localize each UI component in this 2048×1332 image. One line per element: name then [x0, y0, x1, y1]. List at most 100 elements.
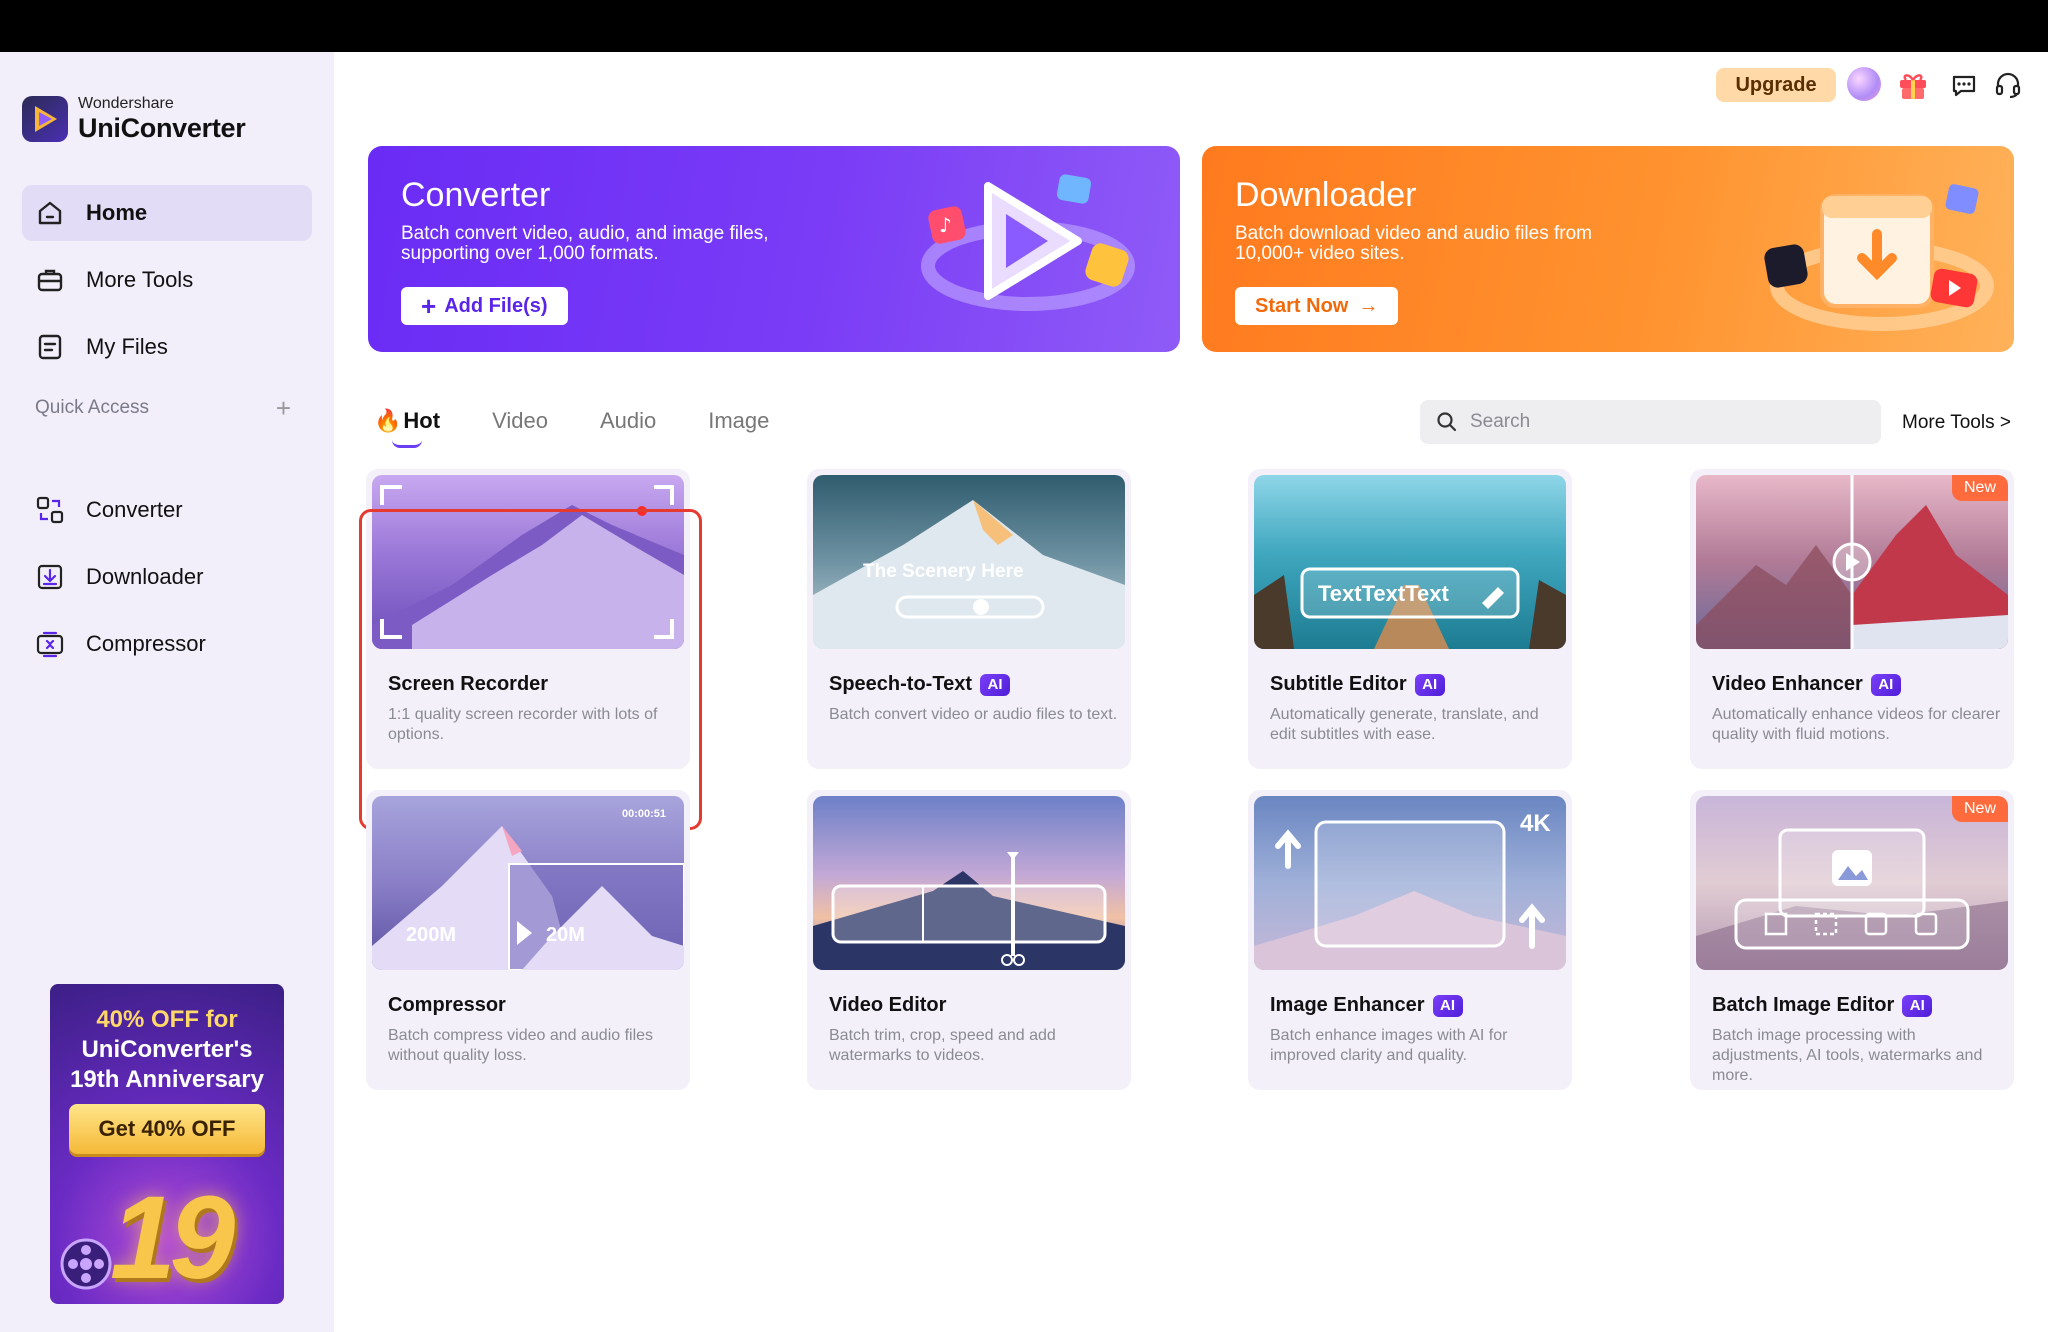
promo-anniversary-number: 19 — [110, 1172, 235, 1304]
tool-card-compressor[interactable]: 00:00:51 200M 20M Compressor Batch compr… — [366, 790, 690, 1090]
card-desc: Batch compress video and audio files wit… — [388, 1027, 654, 1064]
plus-icon: + — [421, 291, 437, 321]
subtitle-overlay-text: TextTextText — [1318, 581, 1449, 606]
downloader-banner[interactable]: Downloader Batch download video and audi… — [1202, 146, 2014, 352]
converter-banner-title: Converter — [401, 176, 551, 214]
brand-main: UniConverter — [78, 113, 246, 143]
downloader-icon — [34, 561, 66, 593]
search-icon — [1437, 412, 1457, 432]
nav-home[interactable]: Home — [22, 185, 312, 241]
card-title: Compressor — [388, 994, 506, 1017]
card-desc: 1:1 quality screen recorder with lots of… — [388, 706, 658, 743]
quick-access-title: Quick Access — [35, 397, 150, 418]
svg-text:♪: ♪ — [939, 213, 952, 237]
card-desc: Automatically enhance videos for clearer… — [1712, 706, 2001, 743]
tool-card-subtitle-editor[interactable]: TextTextText Subtitle Editor AI Automatic… — [1248, 469, 1572, 769]
image-enhancer-thumbnail: 4K — [1254, 796, 1566, 970]
tool-card-screen-recorder[interactable]: Screen Recorder 1:1 quality screen recor… — [366, 469, 690, 769]
sidebar: Wondershare UniConverter Home More Tools… — [0, 52, 334, 1332]
quick-access-converter-label: Converter — [86, 497, 183, 522]
resolution-label: 4K — [1520, 810, 1551, 837]
pier-ocean-icon — [1254, 567, 1566, 649]
home-icon — [34, 197, 66, 229]
quick-access-header: Quick Access + — [35, 395, 291, 421]
split-mountain-icon — [1696, 475, 2008, 649]
nav-more-tools-label: More Tools — [86, 267, 194, 292]
film-reel-icon — [60, 1238, 112, 1290]
card-title-text: Compressor — [388, 994, 506, 1016]
add-files-label: Add File(s) — [444, 294, 548, 317]
video-editor-thumbnail — [813, 796, 1125, 970]
ai-badge: AI — [1902, 994, 1933, 1017]
image-tools-icon — [1696, 828, 2008, 970]
toolbox-icon — [34, 264, 66, 296]
start-now-label: Start Now — [1255, 294, 1349, 317]
tool-card-batch-image-editor[interactable]: New Batch Image Editor AI Batch image pro… — [1690, 790, 2014, 1090]
category-tabs: 🔥 Hot Video Audio Image — [374, 408, 821, 448]
screen-recorder-thumbnail — [372, 475, 684, 649]
card-title-text: Batch Image Editor — [1712, 994, 1895, 1016]
tab-image[interactable]: Image — [708, 408, 769, 434]
promo-line-1: 40% OFF for — [96, 1006, 238, 1033]
fire-icon: 🔥 — [374, 408, 402, 433]
arrow-right-icon: → — [1358, 294, 1379, 317]
tab-hot[interactable]: 🔥 Hot — [374, 408, 441, 448]
quick-access-compressor-label: Compressor — [86, 631, 206, 656]
card-title-text: Video Editor — [829, 994, 947, 1016]
quick-access-downloader-label: Downloader — [86, 564, 204, 589]
new-badge: New — [1951, 475, 2008, 501]
card-title: Video Enhancer AI — [1712, 673, 1901, 696]
promo-cta-button[interactable]: Get 40% OFF — [69, 1104, 265, 1154]
nav-my-files[interactable]: My Files — [22, 319, 312, 375]
video-enhancer-thumbnail: New — [1696, 475, 2008, 649]
tool-card-image-enhancer[interactable]: 4K Image Enhancer AI Batch enhance images… — [1248, 790, 1572, 1090]
add-files-button[interactable]: + Add File(s) — [401, 287, 568, 325]
new-badge: New — [1951, 796, 2008, 822]
compressor-size-from: 200M — [406, 924, 457, 946]
nav-home-label: Home — [86, 200, 148, 225]
downloader-banner-desc: Batch download video and audio files fro… — [1235, 223, 1593, 264]
speech-to-text-thumbnail: The Scenery Here — [813, 475, 1125, 649]
converter-banner[interactable]: Converter Batch convert video, audio, an… — [368, 146, 1180, 352]
tab-audio[interactable]: Audio — [600, 408, 656, 434]
tab-hot-label: Hot — [403, 408, 441, 433]
brand-sub: Wondershare — [78, 95, 174, 112]
quick-access-downloader[interactable]: Downloader — [22, 549, 312, 605]
promo-line-3: 19th Anniversary — [70, 1066, 264, 1093]
ai-badge: AI — [979, 673, 1010, 696]
compressor-thumbnail: 00:00:51 200M 20M — [372, 796, 684, 970]
quick-access-compressor[interactable]: Compressor — [22, 616, 312, 672]
search-box[interactable] — [1420, 400, 1881, 444]
card-desc: Batch trim, crop, speed and add watermar… — [829, 1027, 1056, 1064]
compressor-timestamp: 00:00:51 — [622, 808, 667, 820]
tool-card-video-enhancer[interactable]: New Video Enhancer AI Automatically enhan… — [1690, 469, 2014, 769]
tool-card-speech-to-text[interactable]: The Scenery Here Speech-to-Text AI Batch … — [807, 469, 1131, 769]
quick-access-add-button[interactable]: + — [276, 395, 291, 421]
tab-video[interactable]: Video — [492, 408, 548, 434]
card-title: Subtitle Editor AI — [1270, 673, 1445, 696]
card-title-text: Subtitle Editor — [1270, 673, 1407, 695]
chat-icon[interactable] — [1945, 66, 1983, 104]
ai-badge: AI — [1870, 673, 1901, 696]
tool-card-video-editor[interactable]: Video Editor Batch trim, crop, speed and… — [807, 790, 1131, 1090]
uniconverter-logo-icon — [22, 96, 68, 142]
anniversary-promo-banner[interactable]: 40% OFF for UniConverter's 19th Annivers… — [50, 984, 284, 1304]
start-now-button[interactable]: Start Now → — [1235, 287, 1399, 325]
active-tab-indicator — [392, 440, 422, 448]
files-icon — [34, 331, 66, 363]
card-title-text: Image Enhancer — [1270, 994, 1425, 1016]
avatar[interactable] — [1847, 67, 1881, 101]
gift-icon[interactable] — [1894, 66, 1932, 104]
card-title: Video Editor — [829, 994, 946, 1017]
batch-image-editor-thumbnail: New — [1696, 796, 2008, 970]
upgrade-button[interactable]: Upgrade — [1716, 68, 1836, 102]
quick-access-converter[interactable]: Converter — [22, 482, 312, 538]
promo-line-2: UniConverter's — [81, 1036, 253, 1063]
card-title: Screen Recorder — [388, 673, 548, 696]
headset-icon[interactable] — [1989, 66, 2027, 104]
more-tools-link[interactable]: More Tools > — [1902, 412, 2011, 434]
timeline-scissors-icon — [813, 852, 1125, 970]
card-desc: Batch convert video or audio files to te… — [829, 706, 1118, 723]
nav-more-tools[interactable]: More Tools — [22, 252, 312, 308]
search-input[interactable] — [1470, 411, 1850, 433]
